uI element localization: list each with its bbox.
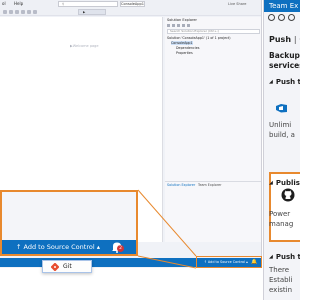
git-menu-item[interactable]: Git: [63, 263, 72, 270]
home-circle-icon[interactable]: [288, 14, 295, 21]
vs-search-box[interactable]: ⚲: [58, 1, 118, 7]
publish-to-github-heading: Publish: [269, 179, 300, 187]
team-explorer-panel: Team Ex Push | C Backup services Push t …: [263, 0, 300, 300]
refresh-icon[interactable]: [177, 24, 180, 27]
tab-team-explorer[interactable]: Team Explorer: [198, 183, 222, 187]
azure-devops-icon: [276, 104, 287, 113]
menu-item-help[interactable]: Help: [14, 1, 23, 6]
page-description: Backup services: [269, 51, 300, 70]
sync-icon[interactable]: [172, 24, 175, 27]
solution-name-label: ConsoleApp1: [120, 1, 145, 7]
solution-tabs: Solution Explorer Team Explorer: [165, 181, 261, 187]
forward-circle-icon[interactable]: [278, 14, 285, 21]
tree-item-properties[interactable]: Properties: [176, 51, 193, 55]
tree-item-dependencies[interactable]: Dependencies: [176, 46, 199, 50]
tree-item-project[interactable]: ConsoleApp1: [171, 41, 193, 45]
save-icon[interactable]: [21, 10, 25, 14]
live-share-button[interactable]: Live Share: [228, 2, 246, 6]
undo-icon[interactable]: [27, 10, 31, 14]
tree-item-solution[interactable]: Solution 'ConsoleApp1' (1 of 1 project): [167, 36, 231, 40]
zoom-inset: ↑ Add to Source Control ▴ 2: [0, 190, 138, 256]
team-explorer-header: Team Ex: [264, 0, 300, 12]
solution-explorer-panel: Solution Explorer Search Solution Explor…: [165, 17, 261, 242]
toolbar: ▶: [0, 8, 261, 16]
menu-item-tools[interactable]: ol: [2, 1, 6, 6]
home-icon[interactable]: [167, 24, 170, 27]
back-icon[interactable]: [3, 10, 7, 14]
tab-solution-explorer[interactable]: Solution Explorer: [167, 183, 195, 187]
git-menu-popup: Git: [42, 260, 92, 273]
zoom-editor-background: [2, 192, 136, 240]
highlight-box-status: [196, 256, 262, 268]
page-title: Push | C: [269, 35, 300, 44]
push-to-remote-heading: Push t: [269, 253, 300, 261]
team-explorer-title: Team Ex: [269, 2, 299, 10]
redo-icon[interactable]: [33, 10, 37, 14]
forward-icon[interactable]: [9, 10, 13, 14]
solution-explorer-toolbar: [165, 23, 261, 28]
new-item-icon[interactable]: [15, 10, 19, 14]
collapse-icon[interactable]: [182, 24, 185, 27]
push-to-remote-description: There Establi existin: [269, 266, 293, 294]
git-icon: [51, 263, 59, 271]
back-circle-icon[interactable]: [268, 14, 275, 21]
settings-icon[interactable]: [187, 24, 190, 27]
solution-search-input[interactable]: Search Solution Explorer (Ctrl+;): [167, 29, 260, 34]
push-to-azure-heading: Push t: [269, 78, 300, 86]
github-icon: [281, 188, 295, 202]
start-debug-button[interactable]: ▶: [78, 9, 106, 15]
add-to-source-control-button[interactable]: ↑ Add to Source Control ▴: [16, 243, 100, 251]
menu-bar: ol Help ⚲ ConsoleApp1 Live Share: [0, 0, 261, 8]
notification-badge: 2: [117, 245, 124, 252]
editor-watermark: ▶Welcome page: [70, 44, 99, 48]
team-explorer-toolbar: [264, 12, 300, 23]
push-to-azure-description: Unlimi build, a: [269, 121, 295, 139]
publish-to-github-description: Power manag: [269, 210, 294, 228]
zoom-status-bar: ↑ Add to Source Control ▴ 2: [2, 240, 136, 254]
